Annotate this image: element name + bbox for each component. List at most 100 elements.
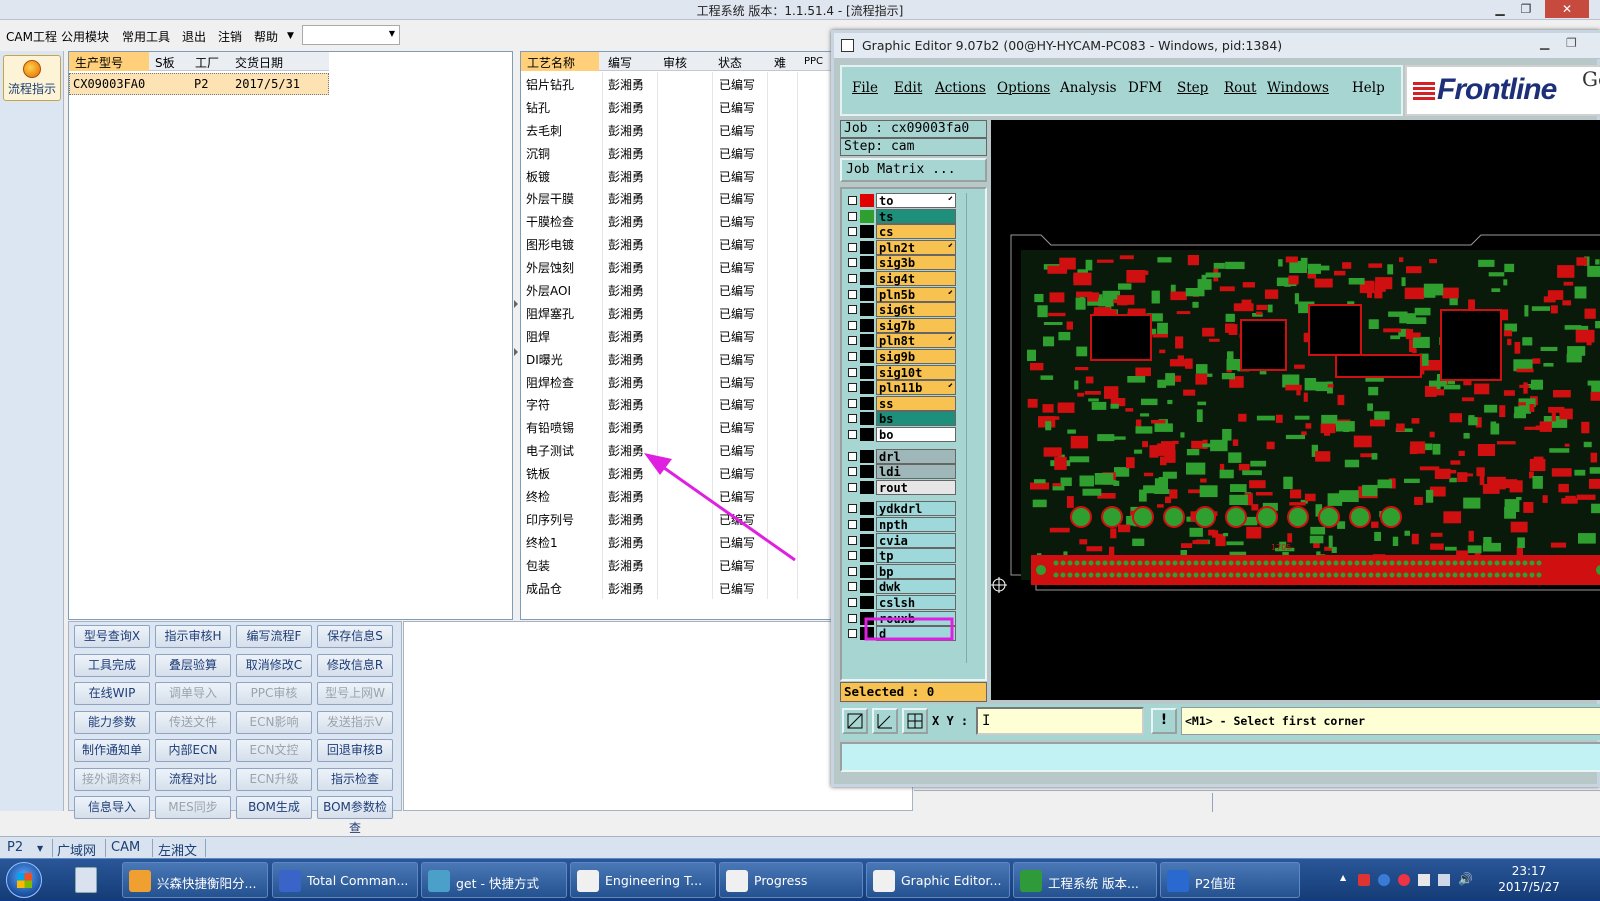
- layer-name[interactable]: tp: [876, 548, 956, 564]
- table-row[interactable]: 外层AOI 彭湘勇 已编写: [521, 278, 831, 302]
- table-row[interactable]: 终检1 彭湘勇 已编写: [521, 529, 831, 553]
- layer-name[interactable]: pln2t: [876, 239, 956, 255]
- layer-name[interactable]: ydkdrl: [876, 501, 956, 517]
- layer-row[interactable]: bp: [846, 563, 964, 580]
- layer-name[interactable]: ss: [876, 395, 956, 411]
- alert-button[interactable]: !: [1151, 708, 1177, 734]
- layer-checkbox[interactable]: [848, 467, 857, 477]
- menu-actions[interactable]: Actions: [935, 80, 986, 96]
- chevron-down-icon[interactable]: ▼: [287, 31, 294, 41]
- action-button[interactable]: 制作通知单: [74, 739, 150, 762]
- layer-name[interactable]: pln5b: [876, 286, 956, 302]
- action-button[interactable]: 型号查询X: [74, 625, 150, 648]
- layer-scrollbar[interactable]: [966, 193, 982, 663]
- layer-row[interactable]: cslsh: [846, 595, 964, 611]
- layer-row[interactable]: npth: [846, 517, 964, 533]
- layer-checkbox[interactable]: [848, 535, 857, 545]
- table-row[interactable]: 阻焊检查 彭湘勇 已编写: [521, 369, 831, 393]
- action-button[interactable]: 型号上网W: [317, 682, 393, 705]
- layer-color-swatch[interactable]: [860, 596, 874, 609]
- layer-row[interactable]: sig3b: [846, 255, 964, 271]
- layer-name[interactable]: npth: [876, 517, 956, 532]
- layer-color-swatch[interactable]: [860, 381, 874, 395]
- taskbar-item[interactable]: 兴森快捷衡阳分...: [122, 862, 268, 898]
- layer-name[interactable]: d: [876, 626, 956, 642]
- col-factory[interactable]: 工厂: [195, 54, 219, 71]
- table-row[interactable]: 阻焊 彭湘勇 已编写: [521, 323, 831, 347]
- menu-dfm[interactable]: DFM: [1128, 80, 1162, 96]
- layer-checkbox[interactable]: [848, 414, 857, 424]
- layer-row[interactable]: ss: [846, 395, 964, 412]
- action-button[interactable]: 工具完成: [74, 653, 150, 677]
- layer-name[interactable]: rouxb: [876, 610, 956, 626]
- layer-color-swatch[interactable]: [860, 580, 874, 594]
- layer-color-swatch[interactable]: [860, 549, 874, 563]
- action-button[interactable]: 指示检查: [317, 767, 393, 791]
- menu-help[interactable]: 帮助: [254, 28, 278, 45]
- menu-help[interactable]: Help: [1352, 80, 1385, 96]
- layer-row[interactable]: drl: [846, 448, 964, 465]
- layer-name[interactable]: sig4t: [876, 271, 956, 286]
- action-button[interactable]: 编写流程F: [236, 625, 312, 648]
- table-row[interactable]: 铣板 彭湘勇 已编写: [521, 461, 831, 485]
- action-button[interactable]: 叠层验算: [155, 653, 231, 677]
- layer-checkbox[interactable]: [848, 629, 857, 639]
- measure-button[interactable]: [872, 708, 898, 734]
- layer-color-swatch[interactable]: [860, 350, 874, 363]
- col-ppc[interactable]: PPC: [804, 56, 823, 67]
- menu-logout[interactable]: 注销: [218, 28, 242, 45]
- layer-name[interactable]: sig3b: [876, 255, 956, 271]
- layer-checkbox[interactable]: [848, 320, 857, 330]
- layer-color-swatch[interactable]: [860, 303, 874, 317]
- layer-color-swatch[interactable]: [860, 256, 874, 270]
- action-button[interactable]: 传送文件: [155, 710, 231, 734]
- menu-combo-box[interactable]: ▼: [302, 25, 400, 45]
- job-matrix-button[interactable]: Job Matrix ...: [840, 158, 987, 182]
- tray-app-icon[interactable]: [1358, 874, 1370, 886]
- action-button[interactable]: MES同步: [155, 796, 231, 819]
- xy-input[interactable]: I: [976, 707, 1144, 735]
- engineering-title-bar[interactable]: 工程系统 版本：1.1.51.4 - [流程指示] ▁ ❐ ✕: [0, 0, 1600, 20]
- taskbar-item[interactable]: Total Comman...: [272, 862, 418, 898]
- layer-color-swatch[interactable]: [860, 518, 874, 531]
- zoom-area-button[interactable]: [842, 708, 868, 734]
- layer-color-swatch[interactable]: [860, 480, 874, 494]
- layer-color-swatch[interactable]: [860, 287, 874, 301]
- layer-color-swatch[interactable]: [860, 465, 874, 479]
- layer-color-swatch[interactable]: [860, 209, 874, 223]
- layer-color-swatch[interactable]: [860, 396, 874, 410]
- layer-row[interactable]: ydkdrl: [846, 501, 964, 517]
- layer-color-swatch[interactable]: [860, 272, 874, 285]
- layer-color-swatch[interactable]: [860, 611, 874, 625]
- col-difficulty[interactable]: 难: [774, 54, 786, 71]
- layer-color-swatch[interactable]: [860, 502, 874, 516]
- layer-checkbox[interactable]: [848, 258, 857, 268]
- layer-row[interactable]: sig7b: [846, 317, 964, 334]
- minimize-button[interactable]: ▁: [1487, 0, 1513, 18]
- layer-row[interactable]: d: [846, 626, 964, 642]
- layer-row[interactable]: pln8t ⬋: [846, 333, 964, 349]
- col-delivery-date[interactable]: 交货日期: [235, 54, 283, 71]
- layer-row[interactable]: pln11b ⬋: [846, 380, 964, 396]
- calculator-icon[interactable]: [75, 867, 97, 893]
- menu-options[interactable]: Options: [997, 80, 1050, 96]
- col-process-name[interactable]: 工艺名称: [521, 52, 599, 71]
- action-button[interactable]: 接外调资料: [74, 767, 150, 791]
- action-button[interactable]: BOM参数检查: [317, 796, 393, 835]
- layer-color-swatch[interactable]: [860, 318, 874, 332]
- table-row[interactable]: 字符 彭湘勇 已编写: [521, 392, 831, 416]
- layer-row[interactable]: cvia: [846, 532, 964, 549]
- panel-splitter[interactable]: [514, 300, 518, 370]
- start-button[interactable]: [6, 862, 42, 898]
- col-model[interactable]: 生产型号: [69, 52, 149, 71]
- taskbar-item[interactable]: Progress: [719, 862, 863, 898]
- layer-color-swatch[interactable]: [860, 428, 874, 441]
- layer-name[interactable]: pln11b: [876, 380, 956, 396]
- layer-name[interactable]: cvia: [876, 532, 956, 548]
- layer-color-swatch[interactable]: [860, 533, 874, 547]
- action-button[interactable]: 能力参数: [74, 710, 150, 734]
- table-row[interactable]: 沉铜 彭湘勇 已编写: [521, 140, 831, 164]
- layer-checkbox[interactable]: [848, 613, 857, 623]
- col-reviewer[interactable]: 审核: [663, 54, 687, 71]
- layer-checkbox[interactable]: [848, 566, 857, 576]
